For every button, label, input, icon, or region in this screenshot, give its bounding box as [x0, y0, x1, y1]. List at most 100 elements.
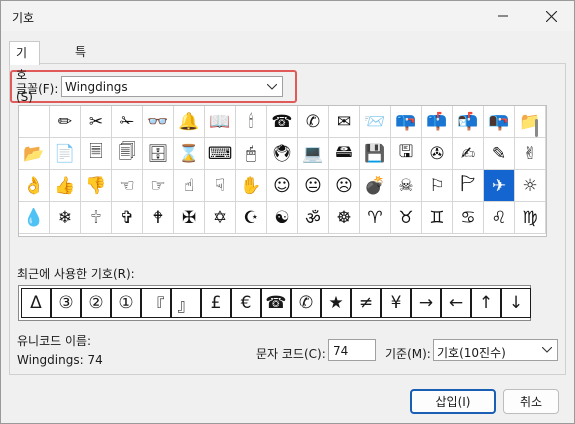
symbol-cell[interactable]: ☪ [236, 202, 267, 234]
minimize-button[interactable] [480, 1, 526, 31]
symbol-cell[interactable]: 🕆 [81, 202, 112, 234]
symbol-cell[interactable]: ☎ [267, 106, 298, 138]
symbol-cell[interactable] [19, 106, 50, 138]
symbol-cell[interactable]: ✈ [484, 170, 515, 202]
base-combobox[interactable]: 기호(10진수) [433, 339, 558, 361]
recent-symbol-cell[interactable]: £ [201, 288, 231, 318]
symbol-grid[interactable]: ✏ ✂ ✁ 👓 🔔 📖 🕯 ☎ ✆ ✉ 📨 📪 📫 📬 📭 📁 📂 📄 🗏 🗐 🗄 ⌛ ⌨ 🖱 🖲 💻 🖴 💾 🖫 ✇ ✍ ✎ ✌ 👌 👍 👎 ☜ ☞ ☝ ☟… [18, 105, 547, 237]
recent-symbol-cell[interactable]: ↑ [471, 288, 501, 318]
recent-symbol-cell[interactable]: ☎ [261, 288, 291, 318]
symbol-cell[interactable]: 📂 [19, 138, 50, 170]
cancel-button[interactable]: 취소 [503, 389, 559, 414]
recent-symbol-cell[interactable]: ③ [51, 288, 81, 318]
symbol-cell[interactable]: ⚐ [422, 170, 453, 202]
symbol-cell[interactable]: ☺ [267, 170, 298, 202]
grid-scrollbar-thumb[interactable] [535, 119, 538, 137]
symbol-cell[interactable]: ✎ [484, 138, 515, 170]
recent-symbol-cell[interactable]: ✆ [291, 288, 321, 318]
insert-button[interactable]: 삽입(I) [410, 389, 496, 414]
symbol-cell[interactable]: ✁ [112, 106, 143, 138]
recent-symbol-cell[interactable]: € [231, 288, 261, 318]
symbol-cell[interactable]: ☠ [391, 170, 422, 202]
font-combobox[interactable]: Wingdings [61, 76, 283, 97]
symbol-cell[interactable]: 💻 [298, 138, 329, 170]
char-code-input[interactable]: 74 [328, 339, 376, 361]
symbol-cell[interactable]: 🏱 [453, 170, 484, 202]
symbol-cell[interactable]: ✠ [174, 202, 205, 234]
symbol-cell[interactable]: 📁 [515, 106, 546, 138]
symbol-cell[interactable]: 🗏 [81, 138, 112, 170]
symbol-cell[interactable]: 🖱 [236, 138, 267, 170]
symbol-cell[interactable]: ✌ [515, 138, 546, 170]
symbol-cell[interactable]: 📨 [360, 106, 391, 138]
symbol-cell[interactable]: 📪 [391, 106, 422, 138]
symbol-cell[interactable]: 💣 [360, 170, 391, 202]
recent-symbol-cell[interactable]: ↓ [501, 288, 531, 318]
symbol-cell[interactable]: ✂ [81, 106, 112, 138]
symbol-cell[interactable]: ☞ [143, 170, 174, 202]
tab-special-characters[interactable]: 특수 문자(P) [69, 41, 98, 147]
symbol-cell[interactable]: ✡ [205, 202, 236, 234]
recent-symbols-row[interactable]: Δ ③ ② ① 『』 £ € ☎ ✆ ★ ≠ ¥ → ← ↑ ↓ [18, 285, 531, 321]
symbol-cell[interactable]: ♋ [453, 202, 484, 234]
recent-symbol-cell[interactable]: ≠ [351, 288, 381, 318]
symbol-cell[interactable]: ✆ [298, 106, 329, 138]
symbol-cell[interactable]: 📖 [205, 106, 236, 138]
symbol-cell[interactable]: ⌨ [205, 138, 236, 170]
symbol-cell[interactable]: ♉ [391, 202, 422, 234]
symbol-cell[interactable]: 👎 [81, 170, 112, 202]
symbol-cell[interactable]: ✏ [50, 106, 81, 138]
symbol-cell[interactable]: 👓 [143, 106, 174, 138]
symbol-cell[interactable]: ✍ [453, 138, 484, 170]
symbol-cell[interactable]: 💾 [360, 138, 391, 170]
symbol-cell[interactable]: 🖴 [329, 138, 360, 170]
symbol-cell[interactable]: ☹ [329, 170, 360, 202]
recent-symbol-cell[interactable]: ★ [321, 288, 351, 318]
recent-symbol-cell[interactable]: → [411, 288, 441, 318]
tab-symbols[interactable]: 기호(S) [9, 41, 40, 104]
symbol-cell[interactable]: 🕈 [143, 202, 174, 234]
symbol-cell[interactable]: 🗄 [143, 138, 174, 170]
symbol-cell[interactable]: ♍ [515, 202, 546, 234]
symbol-cell[interactable]: ☯ [267, 202, 298, 234]
minimize-icon [498, 15, 508, 17]
symbol-cell[interactable]: 🗐 [112, 138, 143, 170]
recent-symbol-cell[interactable]: Δ [21, 288, 51, 318]
symbol-cell[interactable]: ☼ [515, 170, 546, 202]
close-button[interactable] [528, 1, 574, 31]
symbol-cell[interactable]: 💧 [19, 202, 50, 234]
chevron-down-icon[interactable] [540, 343, 554, 357]
symbol-cell[interactable]: 📫 [422, 106, 453, 138]
symbol-cell[interactable]: ☸ [329, 202, 360, 234]
symbol-cell[interactable]: 🖫 [391, 138, 422, 170]
recent-symbol-cell[interactable]: ← [441, 288, 471, 318]
symbol-cell[interactable]: 📭 [484, 106, 515, 138]
chevron-down-icon[interactable] [265, 80, 279, 94]
symbol-cell[interactable]: ❄ [50, 202, 81, 234]
recent-symbol-cell[interactable]: ① [111, 288, 141, 318]
symbol-cell[interactable]: 📄 [50, 138, 81, 170]
symbol-cell[interactable]: ✉ [329, 106, 360, 138]
symbol-cell[interactable]: ♈ [360, 202, 391, 234]
symbol-cell[interactable]: 👌 [19, 170, 50, 202]
symbol-cell[interactable]: 🖲 [267, 138, 298, 170]
recent-symbol-cell[interactable]: 『 [141, 288, 171, 318]
symbol-cell[interactable]: 📬 [453, 106, 484, 138]
symbol-cell[interactable]: 🕯 [236, 106, 267, 138]
symbol-cell[interactable]: ⌛ [174, 138, 205, 170]
symbol-cell[interactable]: 👍 [50, 170, 81, 202]
symbol-cell[interactable]: ☝ [174, 170, 205, 202]
symbol-cell[interactable]: 😐 [298, 170, 329, 202]
recent-symbol-cell[interactable]: ¥ [381, 288, 411, 318]
symbol-cell[interactable]: ☟ [205, 170, 236, 202]
recent-symbol-cell[interactable]: 』 [171, 288, 201, 318]
symbol-cell[interactable]: ॐ [298, 202, 329, 234]
symbol-cell[interactable]: ☜ [112, 170, 143, 202]
symbol-cell[interactable]: ✇ [422, 138, 453, 170]
symbol-cell[interactable]: 🔔 [174, 106, 205, 138]
symbol-cell[interactable]: ✞ [112, 202, 143, 234]
symbol-cell[interactable]: ✋ [236, 170, 267, 202]
symbol-cell[interactable]: ♊ [422, 202, 453, 234]
recent-symbol-cell[interactable]: ② [81, 288, 111, 318]
symbol-cell[interactable]: ♌ [484, 202, 515, 234]
